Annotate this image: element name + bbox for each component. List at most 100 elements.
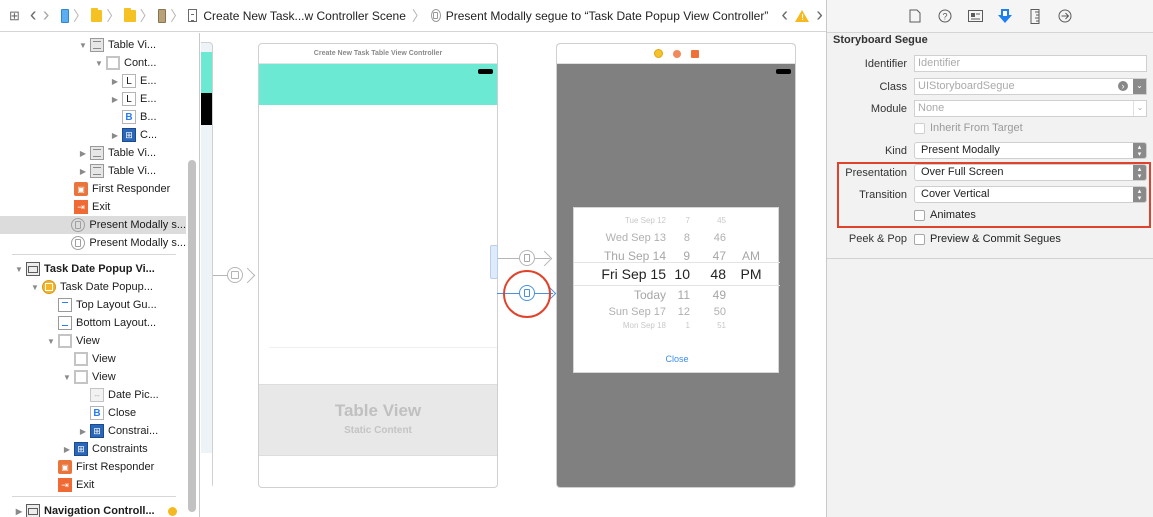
- outline-item[interactable]: ▶ L E...: [0, 72, 186, 90]
- disclosure-open-icon[interactable]: ▼: [78, 41, 88, 50]
- outline-item[interactable]: ▣ First Responder: [0, 458, 186, 476]
- outline-item[interactable]: ▣ First Responder: [0, 180, 186, 198]
- kind-select[interactable]: Present Modally ▴ ▾: [914, 142, 1147, 159]
- segue-arrowhead: [239, 267, 256, 284]
- disclosure-open-icon[interactable]: ▼: [46, 337, 56, 346]
- picker-date: Today: [633, 288, 666, 302]
- picker-row[interactable]: Thu Sep 14 9 47 AM: [574, 249, 780, 267]
- outline-item[interactable]: ▶ L E...: [0, 90, 186, 108]
- picker-date: Wed Sep 13: [605, 232, 666, 244]
- quick-help-icon[interactable]: ?: [937, 8, 953, 24]
- inherit-from-target-checkbox[interactable]: [914, 123, 925, 134]
- disclosure-closed-icon[interactable]: ▶: [78, 427, 88, 436]
- outline-item[interactable]: B B...: [0, 108, 186, 126]
- previous-issue-button[interactable]: ‹: [778, 4, 791, 26]
- picker-row-selected[interactable]: Fri Sep 15 10 48 PM: [574, 266, 780, 284]
- transition-select[interactable]: Cover Vertical ▴ ▾: [914, 186, 1147, 203]
- outline-item[interactable]: View: [0, 350, 186, 368]
- outline-item-label: Task Date Popup Vi...: [44, 263, 155, 275]
- back-button[interactable]: ‹: [27, 4, 40, 26]
- disclosure-open-icon[interactable]: ▼: [62, 373, 72, 382]
- outline-item[interactable]: ▼ Table Vi...: [0, 36, 186, 54]
- outline-item[interactable]: ▼ View: [0, 368, 186, 386]
- disclosure-closed-icon[interactable]: ▶: [110, 77, 120, 86]
- outline-item[interactable]: Present Modally s...: [0, 216, 186, 234]
- outline-item[interactable]: ▶ ⊞ Constraints: [0, 440, 186, 458]
- outline-item[interactable]: ▶ ⊞ C...: [0, 126, 186, 144]
- breadcrumb-scene[interactable]: Create New Task...w Controller Scene: [203, 9, 406, 23]
- task-date-popup-scene[interactable]: Tue Sep 12 7 45 Wed Sep 13 8 46 Thu Sep 14 9 47 A…: [556, 43, 796, 488]
- module-field[interactable]: None ⌄: [914, 100, 1147, 117]
- disclosure-open-icon[interactable]: ▼: [94, 59, 104, 68]
- folder-icon[interactable]: [124, 7, 136, 22]
- outline-item[interactable]: Present Modally s...: [0, 234, 186, 252]
- selected-cell-handle[interactable]: [490, 245, 498, 279]
- outline-item[interactable]: ▶ Table Vi...: [0, 144, 186, 162]
- outline-item[interactable]: ⇥ Exit: [0, 198, 186, 216]
- outline-item-label: Constrai...: [108, 425, 159, 437]
- close-button[interactable]: Close: [574, 354, 780, 364]
- table-view-title: Table View: [334, 401, 422, 420]
- outline-item-label: E...: [140, 93, 157, 105]
- class-field[interactable]: UIStoryboardSegue › ⌄: [914, 78, 1147, 95]
- storyboard-canvas[interactable]: Create New Task Table View Controller Ta…: [201, 33, 826, 517]
- present-modally-segue-node[interactable]: [519, 250, 535, 266]
- outline-item[interactable]: Top Layout Gu...: [0, 296, 186, 314]
- outline-item[interactable]: ▶ Navigation Controll...: [0, 502, 186, 517]
- outline-item[interactable]: ▶ Table Vi...: [0, 162, 186, 180]
- picker-hour: 7: [685, 216, 690, 225]
- disclosure-open-icon[interactable]: ▼: [14, 265, 24, 274]
- size-inspector-icon[interactable]: [1027, 8, 1043, 24]
- identifier-field[interactable]: Identifier: [914, 55, 1147, 72]
- disclosure-closed-icon[interactable]: ▶: [110, 131, 120, 140]
- picker-row[interactable]: Today 11 49: [574, 288, 780, 306]
- first-responder-icon[interactable]: [672, 49, 681, 58]
- outline-item[interactable]: ▼ Task Date Popup...: [0, 278, 186, 296]
- outline-scrollbar[interactable]: [188, 160, 196, 512]
- outline-item[interactable]: Bottom Layout...: [0, 314, 186, 332]
- disclosure-closed-icon[interactable]: ▶: [78, 149, 88, 158]
- presentation-value: Over Full Screen: [921, 166, 1004, 178]
- module-dropdown-button[interactable]: ⌄: [1133, 101, 1146, 116]
- jump-bar: ⊞ ‹ › 〉 〉 〉 〉 Create New Task...w Contro…: [0, 0, 826, 32]
- segue-icon: [430, 9, 441, 22]
- animates-checkbox[interactable]: [914, 210, 925, 221]
- disclosure-closed-icon[interactable]: ▶: [14, 507, 24, 516]
- outline-item[interactable]: ▶ ⊞ Constrai...: [0, 422, 186, 440]
- picker-row[interactable]: Mon Sep 18 1 51: [574, 321, 780, 339]
- preview-commit-checkbox[interactable]: [914, 234, 925, 245]
- presentation-select[interactable]: Over Full Screen ▴ ▾: [914, 164, 1147, 181]
- go-to-class-icon[interactable]: ›: [1118, 81, 1128, 91]
- table-view-placeholder[interactable]: Table View Static Content: [259, 384, 497, 456]
- warning-icon[interactable]: !: [795, 9, 810, 22]
- identity-inspector-icon[interactable]: [967, 8, 983, 24]
- scene-icon: [26, 262, 40, 276]
- breadcrumb-segue[interactable]: Present Modally segue to “Task Date Popu…: [446, 9, 769, 23]
- outline-item[interactable]: ⇥ Exit: [0, 476, 186, 494]
- disclosure-closed-icon[interactable]: ▶: [62, 445, 72, 454]
- outline-item[interactable]: ▼ Task Date Popup Vi...: [0, 260, 186, 278]
- picker-row[interactable]: Wed Sep 13 8 46: [574, 232, 780, 250]
- identifier-label: Identifier: [864, 58, 907, 70]
- outline-item[interactable]: ▼ Cont...: [0, 54, 186, 72]
- outline-item[interactable]: -- Date Pic...: [0, 386, 186, 404]
- project-file-icon[interactable]: [60, 8, 69, 23]
- related-items-grid-icon[interactable]: ⊞: [8, 6, 21, 26]
- disclosure-closed-icon[interactable]: ▶: [110, 95, 120, 104]
- file-inspector-icon[interactable]: [907, 8, 923, 24]
- connections-inspector-icon[interactable]: [1057, 8, 1073, 24]
- disclosure-open-icon[interactable]: ▼: [30, 283, 40, 292]
- view-controller-icon[interactable]: [653, 49, 663, 58]
- next-issue-button[interactable]: ›: [813, 4, 826, 26]
- exit-icon[interactable]: [690, 49, 699, 58]
- disclosure-closed-icon[interactable]: ▶: [78, 167, 88, 176]
- forward-button[interactable]: ›: [40, 4, 53, 26]
- view-icon: [74, 352, 88, 366]
- attributes-inspector-icon[interactable]: [997, 8, 1013, 24]
- class-dropdown-button[interactable]: ⌄: [1133, 79, 1146, 94]
- outline-item[interactable]: ▼ View: [0, 332, 186, 350]
- create-new-task-scene[interactable]: Create New Task Table View Controller Ta…: [258, 43, 498, 488]
- folder-icon[interactable]: [90, 7, 103, 22]
- storyboard-file-icon[interactable]: [157, 8, 167, 23]
- outline-item[interactable]: B Close: [0, 404, 186, 422]
